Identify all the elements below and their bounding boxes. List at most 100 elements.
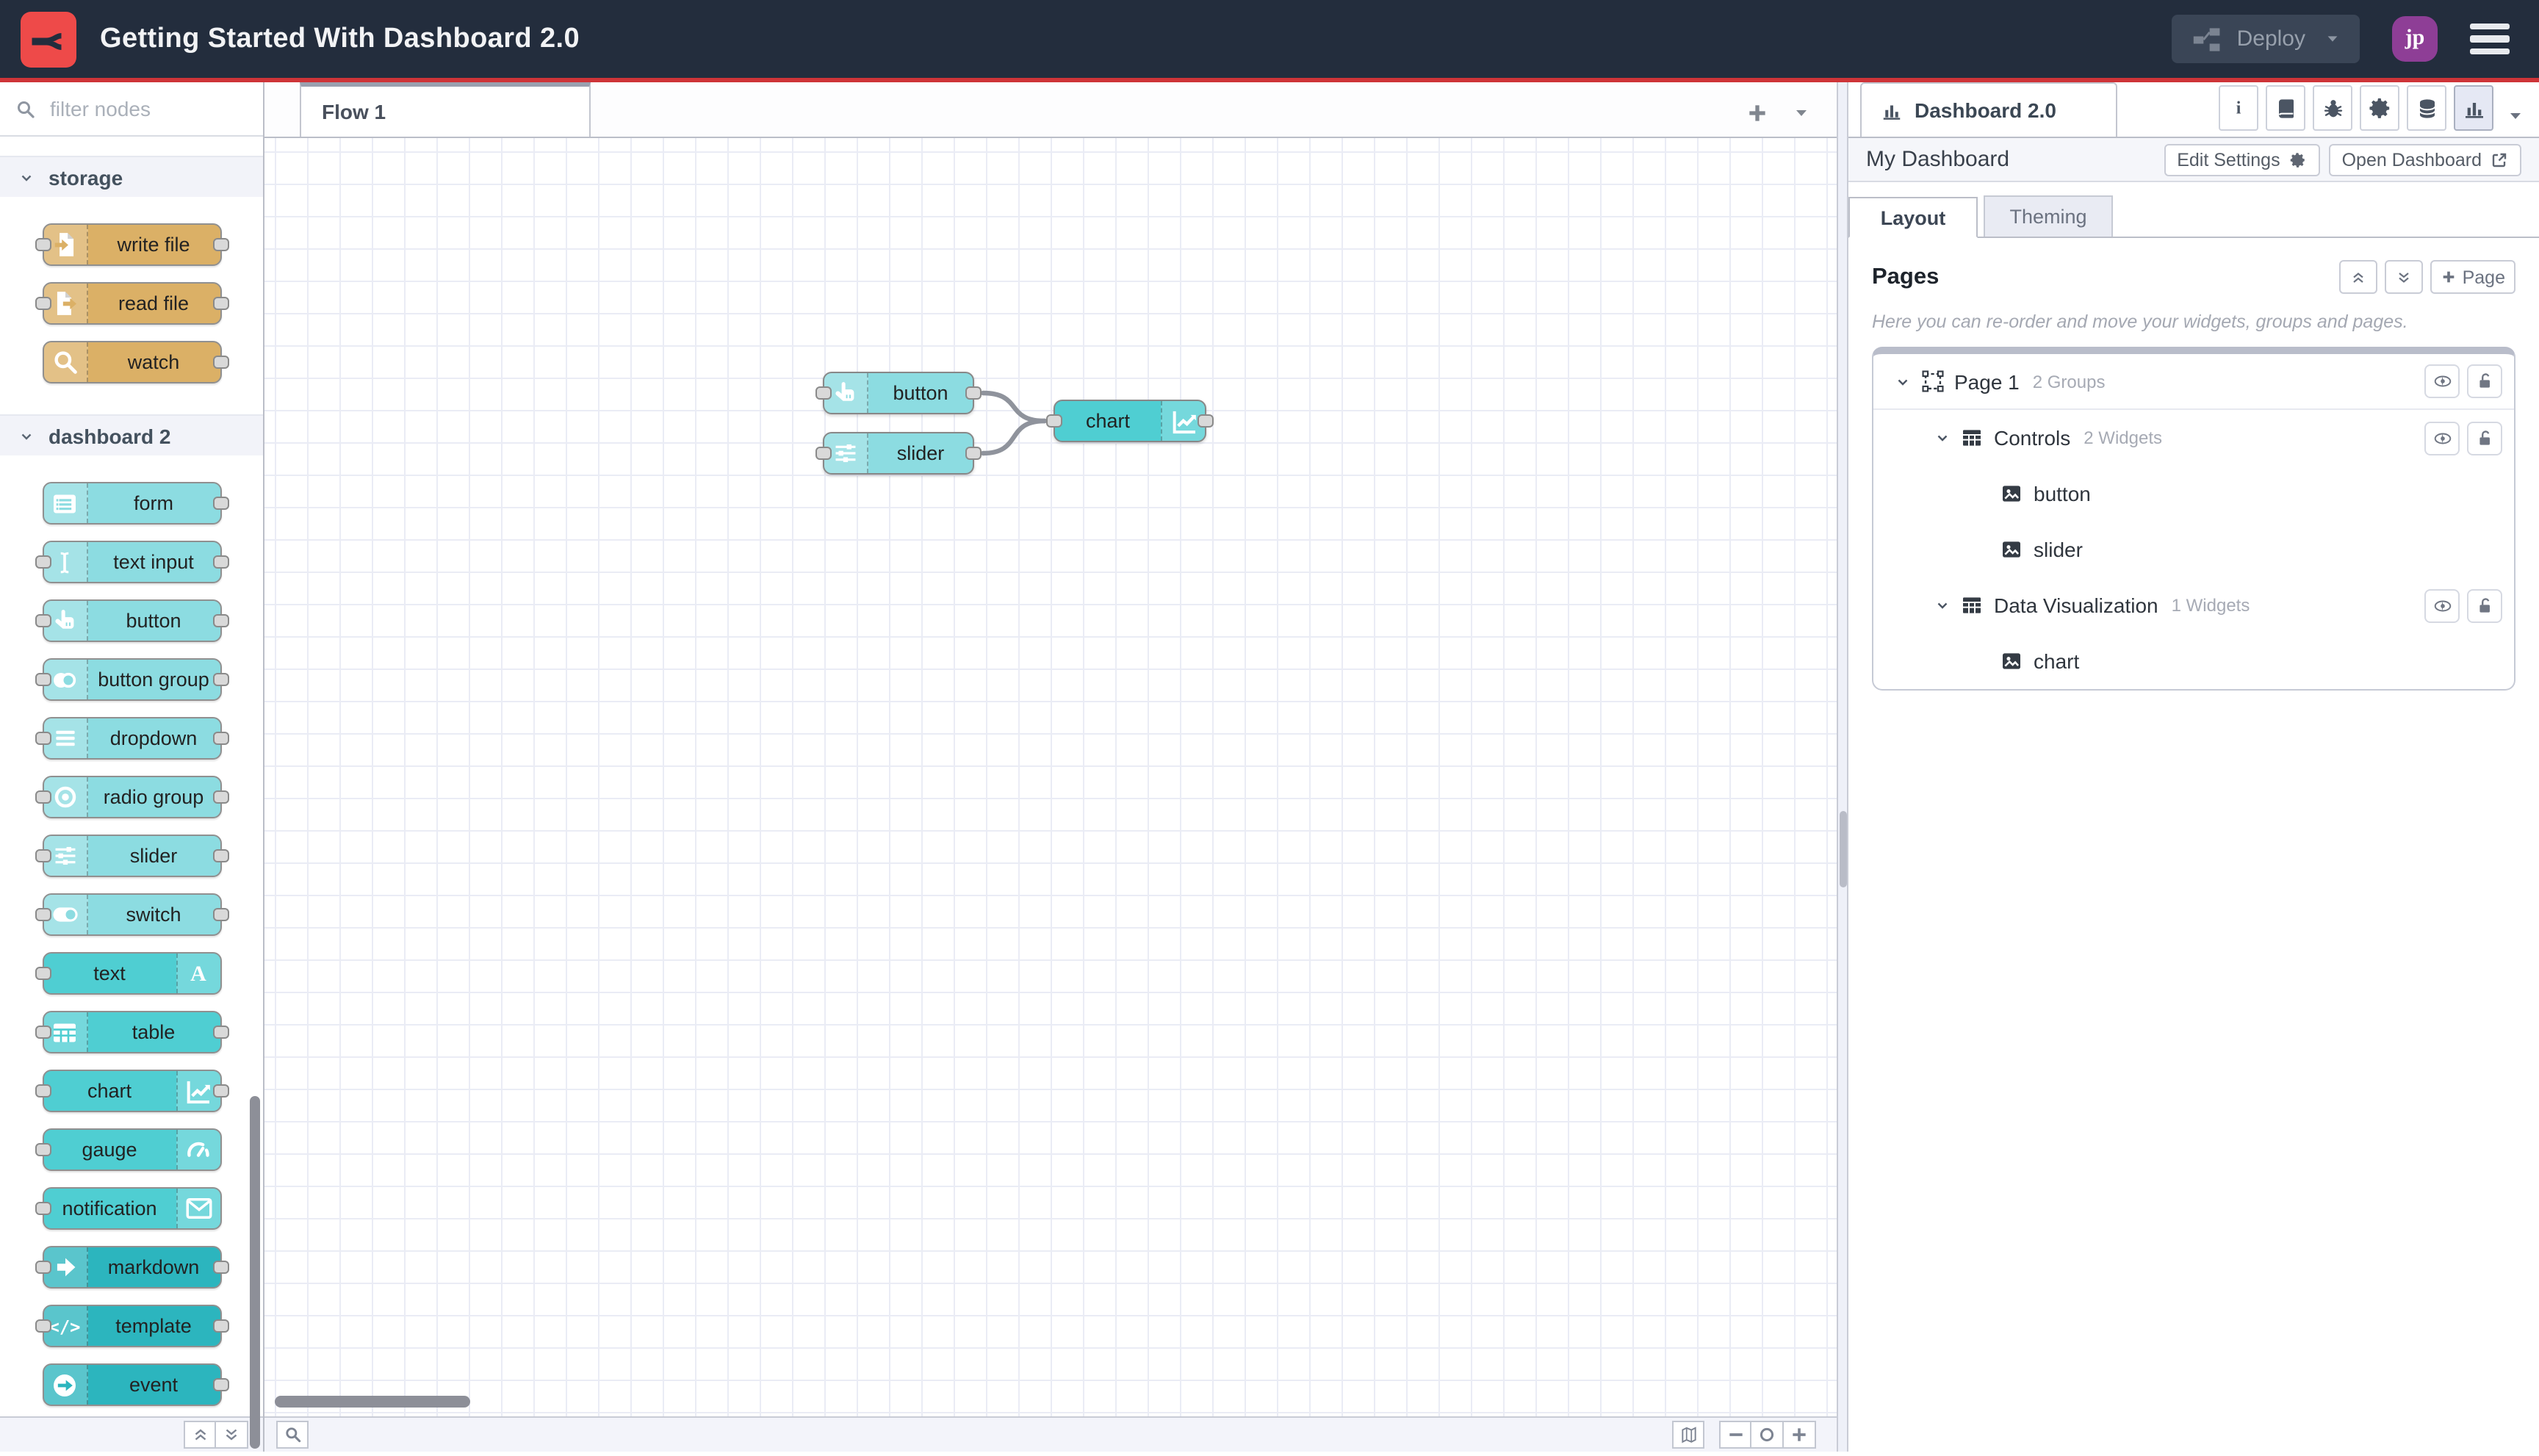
user-avatar[interactable]: jp xyxy=(2392,16,2438,62)
palette-node-notification[interactable]: notification xyxy=(35,1187,221,1230)
sidebar-button-gear-icon[interactable] xyxy=(2360,85,2399,131)
canvas-horizontal-scrollbar[interactable] xyxy=(275,1396,470,1408)
palette-node-chart[interactable]: chart xyxy=(35,1070,228,1112)
sidebar-button-info-icon[interactable]: i xyxy=(2219,85,2258,131)
input-port[interactable] xyxy=(35,673,51,686)
output-port[interactable] xyxy=(212,790,228,804)
output-port[interactable] xyxy=(965,386,982,400)
visibility-toggle-button[interactable] xyxy=(2424,588,2460,622)
tab-layout[interactable]: Layout xyxy=(1848,197,1978,238)
palette-scrollbar[interactable] xyxy=(250,1096,260,1449)
input-port[interactable] xyxy=(35,849,51,862)
palette-node-dropdown[interactable]: dropdown xyxy=(35,717,228,760)
palette-node-write-file[interactable]: write file xyxy=(35,223,228,266)
tree-row-Data-Visualization[interactable]: Data Visualization 1 Widgets xyxy=(1873,577,2514,633)
output-port[interactable] xyxy=(212,1026,228,1039)
palette-expand-all-button[interactable] xyxy=(216,1421,248,1449)
lock-toggle-button[interactable] xyxy=(2467,588,2502,622)
palette-node-gauge[interactable]: gauge xyxy=(35,1128,221,1171)
palette-node-watch[interactable]: watch xyxy=(42,341,228,383)
palette-collapse-all-button[interactable] xyxy=(184,1421,216,1449)
add-flow-button[interactable] xyxy=(1746,101,1769,125)
input-port[interactable] xyxy=(35,238,51,251)
lock-toggle-button[interactable] xyxy=(2467,421,2502,455)
chevron-down-icon[interactable] xyxy=(1891,372,1915,390)
palette-node-radio-group[interactable]: radio group xyxy=(35,776,228,818)
tree-row-Page-1[interactable]: Page 1 2 Groups xyxy=(1873,354,2514,410)
sidebar-button-database-icon[interactable] xyxy=(2407,85,2446,131)
tab-flow-1[interactable]: Flow 1 xyxy=(300,82,591,137)
deploy-options-caret-icon[interactable] xyxy=(2324,31,2341,47)
output-port[interactable] xyxy=(212,555,228,569)
visibility-toggle-button[interactable] xyxy=(2424,421,2460,455)
output-port[interactable] xyxy=(212,1378,228,1391)
chevron-down-icon[interactable] xyxy=(1931,429,1954,447)
open-dashboard-button[interactable]: Open Dashboard xyxy=(2328,143,2521,176)
input-port[interactable] xyxy=(1046,414,1062,428)
palette-node-table[interactable]: table xyxy=(35,1011,228,1053)
output-port[interactable] xyxy=(1198,414,1214,428)
flow-node-button[interactable]: button xyxy=(815,372,982,414)
palette-node-text[interactable]: text A xyxy=(35,952,221,995)
palette-node-event[interactable]: event xyxy=(42,1363,228,1406)
canvas-search-button[interactable] xyxy=(276,1421,309,1449)
flow-list-caret-icon[interactable] xyxy=(1793,104,1810,122)
input-port[interactable] xyxy=(35,1202,51,1215)
palette-node-markdown[interactable]: markdown xyxy=(35,1246,228,1289)
add-page-button[interactable]: Page xyxy=(2430,260,2515,294)
tree-row-slider[interactable]: slider xyxy=(1873,522,2514,577)
output-port[interactable] xyxy=(212,908,228,921)
output-port[interactable] xyxy=(212,1319,228,1333)
output-port[interactable] xyxy=(212,732,228,745)
sidebar-button-book-icon[interactable] xyxy=(2266,85,2305,131)
palette-node-button[interactable]: button xyxy=(35,599,228,642)
input-port[interactable] xyxy=(35,614,51,627)
sidebar-button-chart-bars-icon[interactable] xyxy=(2454,85,2493,131)
palette-node-read-file[interactable]: read file xyxy=(35,282,228,325)
output-port[interactable] xyxy=(212,1084,228,1098)
output-port[interactable] xyxy=(212,1261,228,1274)
chevron-down-icon[interactable] xyxy=(1931,597,1954,614)
input-port[interactable] xyxy=(35,297,51,310)
output-port[interactable] xyxy=(965,447,982,460)
tree-row-button[interactable]: button xyxy=(1873,466,2514,522)
input-port[interactable] xyxy=(35,555,51,569)
palette-node-slider[interactable]: slider xyxy=(35,835,228,877)
pages-collapse-all-button[interactable] xyxy=(2338,260,2377,294)
output-port[interactable] xyxy=(212,849,228,862)
input-port[interactable] xyxy=(35,1143,51,1156)
zoom-in-button[interactable] xyxy=(1784,1421,1816,1449)
output-port[interactable] xyxy=(212,238,228,251)
input-port[interactable] xyxy=(35,1319,51,1333)
zoom-out-button[interactable] xyxy=(1719,1421,1751,1449)
output-port[interactable] xyxy=(212,297,228,310)
tree-row-Controls[interactable]: Controls 2 Widgets xyxy=(1873,410,2514,466)
lock-toggle-button[interactable] xyxy=(2467,364,2502,398)
palette-category-header[interactable]: storage xyxy=(0,156,263,197)
output-port[interactable] xyxy=(212,673,228,686)
input-port[interactable] xyxy=(35,1261,51,1274)
input-port[interactable] xyxy=(815,447,832,460)
tab-dashboard-2[interactable]: Dashboard 2.0 xyxy=(1860,82,2117,137)
edit-settings-button[interactable]: Edit Settings xyxy=(2164,143,2320,176)
canvas-vertical-scrollbar[interactable] xyxy=(1837,82,1848,1452)
flow-canvas[interactable]: button slider chart xyxy=(264,138,1837,1416)
visibility-toggle-button[interactable] xyxy=(2424,364,2460,398)
navigator-map-button[interactable] xyxy=(1672,1421,1704,1449)
palette-filter-input[interactable] xyxy=(47,95,248,122)
input-port[interactable] xyxy=(815,386,832,400)
sidebar-button-bug-icon[interactable] xyxy=(2313,85,2352,131)
flow-node-slider[interactable]: slider xyxy=(815,432,982,475)
palette-node-button-group[interactable]: button group xyxy=(35,658,228,701)
input-port[interactable] xyxy=(35,732,51,745)
input-port[interactable] xyxy=(35,967,51,980)
zoom-reset-button[interactable] xyxy=(1751,1421,1784,1449)
deploy-button[interactable]: Deploy xyxy=(2172,15,2360,63)
input-port[interactable] xyxy=(35,1026,51,1039)
input-port[interactable] xyxy=(35,790,51,804)
tab-theming[interactable]: Theming xyxy=(1984,195,2113,237)
input-port[interactable] xyxy=(35,1084,51,1098)
output-port[interactable] xyxy=(212,614,228,627)
main-menu-icon[interactable] xyxy=(2470,23,2510,55)
flow-node-chart[interactable]: chart xyxy=(1046,400,1214,442)
